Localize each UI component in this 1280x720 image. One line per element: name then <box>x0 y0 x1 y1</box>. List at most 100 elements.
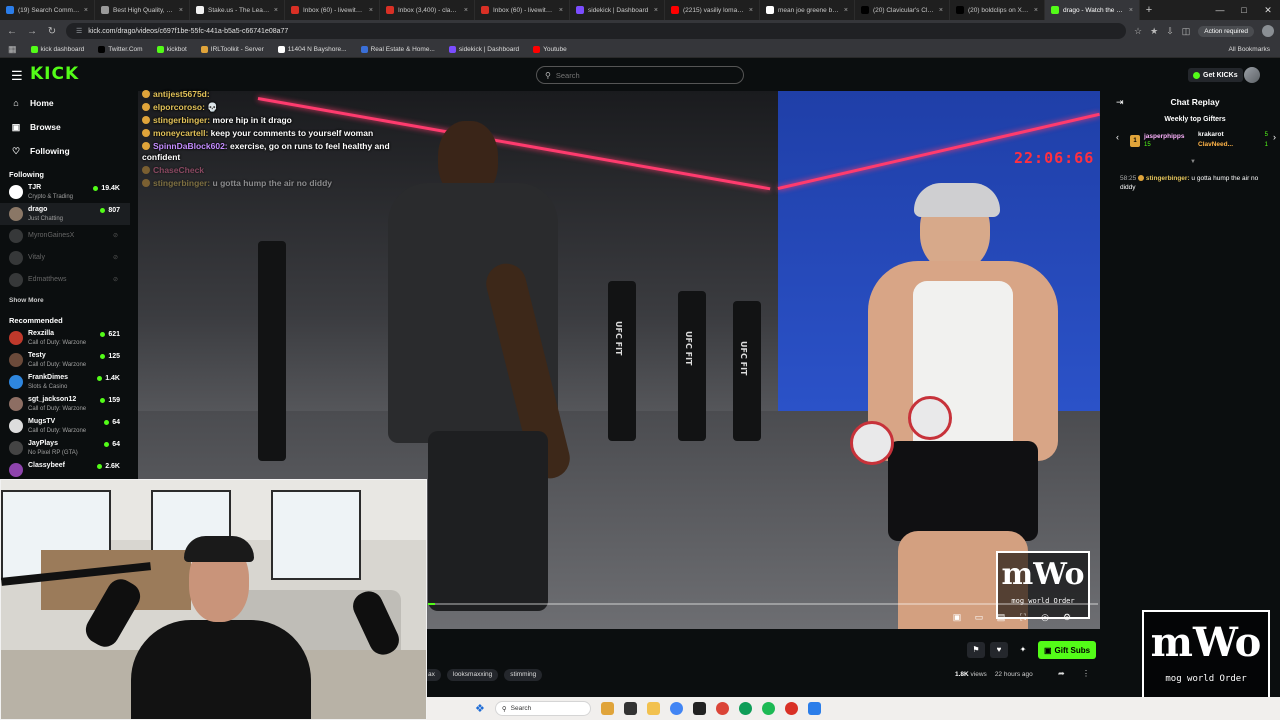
browser-tab[interactable]: (20) Clavicular's Clan C × <box>855 0 950 20</box>
more-options-icon[interactable]: ⋮ <box>1082 669 1090 678</box>
tab-close-icon[interactable]: × <box>369 7 373 14</box>
kick-logo[interactable]: KICK <box>30 64 79 84</box>
nav-item-home[interactable]: ⌂ Home <box>0 91 130 115</box>
tab-close-icon[interactable]: × <box>274 7 278 14</box>
gift-subs-button[interactable]: ▣ Gift Subs <box>1038 641 1096 659</box>
bookmark-item[interactable]: Twitter.Com <box>98 46 143 53</box>
pip-icon[interactable]: ▣ <box>950 612 964 623</box>
kick-icon[interactable]: ✦ <box>1014 642 1032 658</box>
new-tab-button[interactable]: + <box>1140 0 1158 20</box>
app-icon[interactable] <box>807 702 821 715</box>
show-more-button[interactable]: Show More <box>0 293 130 309</box>
channel-item[interactable]: FrankDimes Slots & Casino 1.4K <box>0 371 130 393</box>
channel-item[interactable]: Testy Call of Duty: Warzone 125 <box>0 349 130 371</box>
sidebar-toggle-icon[interactable]: ◫ <box>1182 26 1191 37</box>
bookmark-item[interactable]: sidekick | Dashboard <box>448 46 519 53</box>
browser-tab[interactable]: mean joe greene bow × <box>760 0 855 20</box>
get-kicks-button[interactable]: Get KICKs <box>1188 68 1243 82</box>
task-view-icon[interactable] <box>623 702 637 715</box>
browser-tab[interactable]: drago - Watch the VO × <box>1045 0 1140 20</box>
close-window-icon[interactable]: ✕ <box>1256 0 1280 20</box>
forward-icon[interactable]: → <box>26 26 38 37</box>
search-input[interactable] <box>555 70 736 80</box>
browser-tab[interactable]: (19) Search Communit × <box>0 0 95 20</box>
chevron-right-icon[interactable]: › <box>1273 132 1276 142</box>
channel-item[interactable]: TJR Crypto & Trading 19.4K <box>0 181 130 203</box>
user-avatar[interactable] <box>1244 67 1260 83</box>
minimize-icon[interactable]: — <box>1208 0 1232 20</box>
bookmark-item[interactable]: 11404 N Bayshore... <box>277 46 347 53</box>
widgets-icon[interactable] <box>600 702 614 715</box>
tag-chip[interactable]: ax <box>427 669 441 681</box>
chrome-icon[interactable] <box>784 702 798 715</box>
chrome-icon[interactable] <box>669 702 683 715</box>
channel-item[interactable]: MyronGainesX ⊘ <box>0 225 130 247</box>
windows-start-icon[interactable]: ❖ <box>475 702 485 715</box>
taskbar-search[interactable]: ⚲ Search <box>494 701 591 716</box>
channel-item[interactable]: JayPlays No Pixel RP (GTA) 64 <box>0 437 130 459</box>
video-progress-bar[interactable] <box>428 603 1098 605</box>
quality-icon[interactable]: ◎ <box>1038 612 1052 623</box>
chat-username[interactable]: stingerbinger: <box>1146 175 1190 182</box>
tab-close-icon[interactable]: × <box>464 7 468 14</box>
fullscreen-icon[interactable]: ⛶ <box>1016 612 1030 623</box>
channel-item[interactable]: drago Just Chatting 807 <box>0 203 130 225</box>
bookmark-star-icon[interactable]: ☆ <box>1134 26 1142 37</box>
heart-icon[interactable]: ♥ <box>990 642 1008 658</box>
channel-item[interactable]: MugsTV Call of Duty: Warzone 64 <box>0 415 130 437</box>
nav-item-following[interactable]: ♡ Following <box>0 139 130 163</box>
channel-item[interactable]: Edmatthews ⊘ <box>0 269 130 291</box>
apps-icon[interactable]: ▦ <box>8 44 17 55</box>
chrome-icon[interactable] <box>715 702 729 715</box>
tab-close-icon[interactable]: × <box>1034 7 1038 14</box>
bookmark-item[interactable]: kick dashboard <box>30 46 84 53</box>
browser-tab[interactable]: Best High Quality, Sof × <box>95 0 190 20</box>
share-icon[interactable]: ➦ <box>1058 669 1065 678</box>
browser-tab[interactable]: Inbox (60) - livewithcla × <box>475 0 570 20</box>
menu-icon[interactable]: ☰ <box>11 68 23 84</box>
clip-icon[interactable]: ▤ <box>994 612 1008 623</box>
channel-item[interactable]: Rexzilla Call of Duty: Warzone 621 <box>0 327 130 349</box>
tab-close-icon[interactable]: × <box>559 7 563 14</box>
settings-icon[interactable]: ⚙ <box>1060 612 1074 623</box>
tab-close-icon[interactable]: × <box>939 7 943 14</box>
file-explorer-icon[interactable] <box>646 702 660 715</box>
site-info-icon[interactable]: ☰ <box>76 27 82 35</box>
tab-close-icon[interactable]: × <box>1129 7 1133 14</box>
tab-close-icon[interactable]: × <box>179 7 183 14</box>
maximize-icon[interactable]: □ <box>1232 0 1256 20</box>
spotify-icon[interactable] <box>761 702 775 715</box>
tab-close-icon[interactable]: × <box>84 7 88 14</box>
nav-item-browse[interactable]: ▣ Browse <box>0 115 130 139</box>
bookmark-item[interactable]: kickbot <box>156 46 187 53</box>
browser-tab[interactable]: sidekick | Dashboard × <box>570 0 665 20</box>
back-icon[interactable]: ← <box>6 26 18 37</box>
channel-item[interactable]: sgt_jackson12 Call of Duty: Warzone 159 <box>0 393 130 415</box>
channel-item[interactable]: Vitaly ⊘ <box>0 247 130 269</box>
extension-icon[interactable]: ★ <box>1150 26 1158 37</box>
app-icon[interactable] <box>692 702 706 715</box>
search-bar[interactable]: ⚲ <box>536 66 744 84</box>
download-icon[interactable]: ⇩ <box>1166 26 1174 37</box>
theater-icon[interactable]: ▭ <box>972 612 986 623</box>
browser-tab[interactable]: (20) boldclips on X: "C × <box>950 0 1045 20</box>
bookmark-item[interactable]: Real Estate & Home... <box>360 46 435 53</box>
tab-close-icon[interactable]: × <box>654 7 658 14</box>
chevron-left-icon[interactable]: ‹ <box>1116 132 1119 142</box>
url-field[interactable]: ☰ kick.com/drago/videos/c697f1be-55fc-44… <box>66 23 1127 39</box>
browser-tab[interactable]: (2215) vasiliy lomache × <box>665 0 760 20</box>
browser-tab[interactable]: Inbox (3,400) - clavicul × <box>380 0 475 20</box>
tab-close-icon[interactable]: × <box>844 7 848 14</box>
chrome-icon[interactable] <box>738 702 752 715</box>
bookmark-item[interactable]: Youtube <box>533 46 567 53</box>
bookmark-item[interactable]: IRLToolkit - Server <box>200 46 264 53</box>
reload-icon[interactable]: ↻ <box>46 26 58 37</box>
profile-avatar[interactable] <box>1262 25 1274 37</box>
bell-icon[interactable]: ⚑ <box>967 642 985 658</box>
browser-tab[interactable]: Stake.us - The Leading × <box>190 0 285 20</box>
tag-chip[interactable]: stimming <box>504 669 543 681</box>
channel-item[interactable]: Classybeef 2.6K <box>0 459 130 481</box>
browser-tab[interactable]: Inbox (60) - livewithcla × <box>285 0 380 20</box>
tag-chip[interactable]: looksmaxxing <box>446 669 499 681</box>
action-required-button[interactable]: Action required <box>1198 25 1254 37</box>
